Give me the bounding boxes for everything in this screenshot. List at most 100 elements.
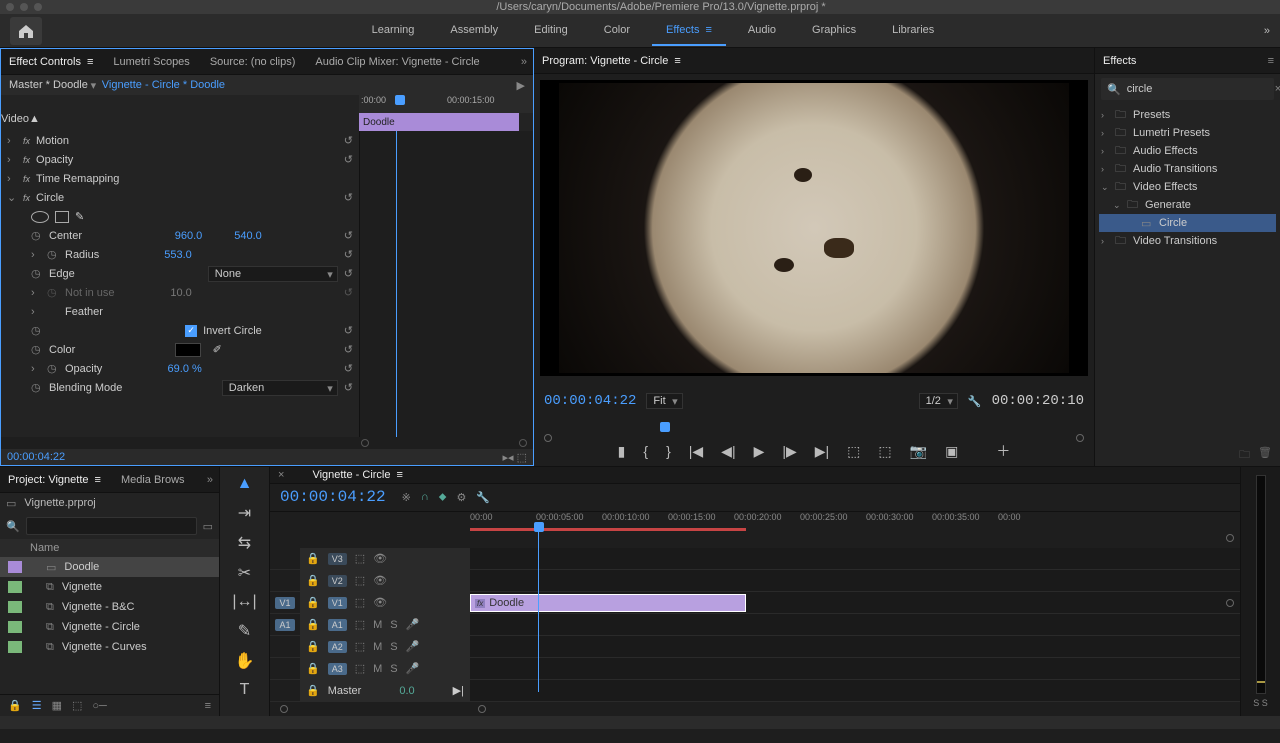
play-icon[interactable]: ▶ [754, 443, 765, 460]
timeline-ruler[interactable]: 00:00 00:00:05:00 00:00:10:00 00:00:15:0… [270, 512, 1240, 534]
add-button-icon[interactable]: ＋ [996, 441, 1010, 461]
prop-feather[interactable]: › Feather [1, 302, 359, 321]
tab-program[interactable]: Program: Vignette - Circle ≡ [542, 55, 681, 67]
timeline-tc[interactable]: 00:00:04:22 [280, 488, 386, 506]
project-column-name[interactable]: Name [0, 539, 219, 557]
tree-circle[interactable]: ▭Circle [1099, 214, 1276, 232]
icon-view-icon[interactable]: ▦ [52, 699, 62, 712]
source-v1-badge[interactable]: V1 [275, 597, 294, 609]
resolution-select[interactable]: 1/2 [919, 393, 958, 409]
workspace-overflow[interactable]: » [1264, 25, 1270, 37]
pen-mask-icon[interactable]: ✎ [75, 210, 84, 223]
radius-value[interactable]: 553.0 [164, 249, 192, 261]
scrollbar-handle[interactable] [361, 439, 369, 447]
lock-icon[interactable]: 🔒 [8, 699, 22, 712]
vscroll-handle[interactable] [1226, 534, 1234, 542]
ec-video-section[interactable]: Video▲ [1, 113, 359, 131]
tab-project[interactable]: Project: Vignette ≡ [8, 474, 101, 486]
filter-icon[interactable]: ▭ [203, 520, 213, 533]
close-sequence-icon[interactable]: × [278, 469, 284, 481]
rect-mask-icon[interactable] [55, 211, 69, 223]
eyedropper-icon[interactable]: ✐ [213, 343, 222, 356]
tab-media-browser[interactable]: Media Brows [121, 474, 185, 486]
bin-item-doodle[interactable]: ▭Doodle [0, 557, 219, 577]
mark-in-icon[interactable]: { [643, 443, 648, 459]
fx-circle[interactable]: ⌄fxCircle↺ [1, 188, 359, 207]
settings-icon[interactable]: ⚙ [456, 491, 466, 504]
collapse-icon[interactable]: ▶| [453, 684, 464, 697]
minimize-dot[interactable] [20, 3, 28, 11]
fx-motion[interactable]: ›fxMotion↺ [1, 131, 359, 150]
ws-effects[interactable]: Effects [652, 16, 726, 46]
bin-item-vignette[interactable]: ⧉Vignette [0, 577, 219, 597]
timeline-playhead[interactable] [534, 522, 544, 532]
selection-tool-icon[interactable]: ▲ [237, 475, 253, 493]
tab-effects-panel[interactable]: Effects [1103, 55, 1136, 67]
edge-select[interactable]: None [208, 266, 338, 282]
hscroll-handle[interactable] [280, 705, 288, 713]
delete-icon[interactable]: 🗑 [1258, 446, 1272, 466]
color-swatch[interactable] [175, 343, 201, 357]
wrench-icon[interactable]: 🔧 [476, 491, 490, 504]
stopwatch-icon[interactable]: ◷ [31, 229, 43, 242]
eye-icon[interactable]: 👁 [373, 574, 387, 587]
tab-effect-controls[interactable]: Effect Controls ≡ [9, 56, 93, 68]
ws-editing[interactable]: Editing [520, 16, 582, 46]
mark-icon[interactable]: ▮ [618, 443, 626, 460]
razor-tool-icon[interactable]: ✂ [238, 563, 251, 583]
hscroll-handle[interactable] [478, 705, 486, 713]
voice-icon[interactable]: 🎤 [406, 618, 420, 631]
panel-menu-icon[interactable]: ≡ [205, 700, 211, 712]
mark-out-icon[interactable]: } [666, 443, 671, 459]
tree-lumetri[interactable]: ›🗀Lumetri Presets [1099, 124, 1276, 142]
center-x-value[interactable]: 960.0 [175, 230, 203, 242]
go-in-icon[interactable]: |◀ [689, 443, 703, 460]
scrollbar-handle[interactable] [519, 439, 527, 447]
ellipse-mask-icon[interactable] [31, 211, 49, 223]
program-scrubber[interactable] [544, 420, 1084, 436]
marker-icon[interactable]: ⬥ [439, 491, 447, 504]
bin-item-vignette-circle[interactable]: ⧉Vignette - Circle [0, 617, 219, 637]
snap-icon[interactable]: ※ [402, 491, 411, 504]
ws-graphics[interactable]: Graphics [798, 16, 870, 46]
ws-learning[interactable]: Learning [358, 16, 429, 46]
slip-tool-icon[interactable]: |↔| [232, 593, 256, 611]
zoom-handle[interactable] [1076, 434, 1084, 442]
ripple-tool-icon[interactable]: ⇆ [238, 533, 251, 553]
ec-timecode[interactable]: 00:00:04:22 [7, 451, 65, 463]
list-view-icon[interactable]: ☰ [32, 699, 42, 712]
step-back-icon[interactable]: ◀| [721, 443, 735, 460]
panel-overflow[interactable]: » [521, 56, 527, 68]
step-fwd-icon[interactable]: |▶ [782, 443, 796, 460]
ec-clip-bar[interactable]: Doodle [359, 113, 519, 131]
fx-opacity[interactable]: ›fxOpacity↺ [1, 150, 359, 169]
tree-generate[interactable]: ⌄🗀Generate [1099, 196, 1276, 214]
mute-icon[interactable]: M [373, 619, 382, 631]
center-y-value[interactable]: 540.0 [234, 230, 262, 242]
program-playhead[interactable] [660, 422, 670, 432]
clear-search-icon[interactable]: × [1275, 83, 1280, 95]
lift-icon[interactable]: ⬚ [847, 443, 860, 460]
go-out-icon[interactable]: ▶| [815, 443, 829, 460]
ec-playhead[interactable] [395, 95, 405, 105]
track-select-tool-icon[interactable]: ⇥ [238, 503, 251, 523]
source-a1-badge[interactable]: A1 [275, 619, 294, 631]
tree-audio-tr[interactable]: ›🗀Audio Transitions [1099, 160, 1276, 178]
close-dot[interactable] [6, 3, 14, 11]
effects-search-input[interactable] [1127, 83, 1269, 95]
reset-icon[interactable]: ↺ [344, 134, 353, 147]
tab-source[interactable]: Source: (no clips) [210, 56, 296, 68]
ws-color[interactable]: Color [590, 16, 644, 46]
new-bin-icon[interactable]: 🗀 [1239, 446, 1250, 466]
solo-icon[interactable]: S [390, 619, 397, 631]
export-frame-icon[interactable]: 📷 [910, 443, 927, 460]
home-button[interactable] [10, 17, 42, 45]
lock-icon[interactable]: 🔒 [306, 552, 320, 565]
ec-footer-icon[interactable]: ▸◂ ⬚ [503, 451, 528, 464]
tab-menu-icon[interactable]: ≡ [87, 56, 93, 68]
invert-checkbox[interactable]: ✓ [185, 325, 197, 337]
ec-go-icon[interactable]: ▶ [517, 79, 525, 92]
program-viewport[interactable] [540, 80, 1088, 376]
circle-opacity-value[interactable]: 69.0 % [168, 363, 202, 375]
sync-icon[interactable]: ⬚ [355, 552, 365, 565]
